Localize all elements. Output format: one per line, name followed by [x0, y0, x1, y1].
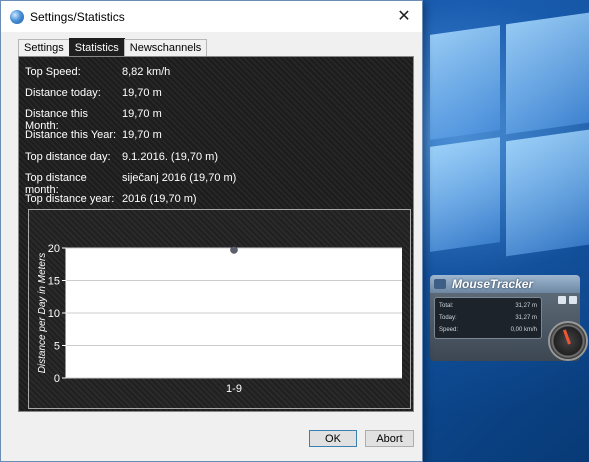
- tab-newschannels[interactable]: Newschannels: [123, 39, 208, 56]
- stat-label: Distance this Month:: [25, 108, 88, 132]
- windows-logo: [430, 10, 589, 270]
- gadget-close-icon[interactable]: [569, 296, 577, 304]
- tab-settings[interactable]: Settings: [18, 39, 70, 56]
- gauge-needle: [562, 329, 571, 345]
- gadget-stats-panel: Total: 31,27 m Today: 31,27 m Speed: 0,0…: [434, 297, 542, 339]
- gadget-row-label: Total:: [439, 303, 454, 309]
- titlebar[interactable]: Settings/Statistics ✕: [1, 1, 422, 32]
- stat-value: 2016 (19,70 m): [122, 193, 197, 205]
- chart-svg: 0 5 10 15 20Distance per Day in Meters 1-9: [37, 243, 402, 395]
- y-tick-label: 10: [48, 308, 60, 320]
- stat-top-distance-year: Top distance year: 2016 (19,70 m): [25, 193, 197, 207]
- stat-label: Distance this Year:: [25, 129, 117, 141]
- stat-value: siječanj 2016 (19,70 m): [122, 172, 237, 184]
- gadget-row-value: 31,27 m: [515, 315, 537, 321]
- gadget-row-value: 0,00 km/h: [510, 327, 537, 333]
- stat-top-distance-month: Top distance month: siječanj 2016 (19,70…: [25, 172, 237, 196]
- gadget-title: MouseTracker: [452, 277, 534, 291]
- close-icon: ✕: [397, 8, 411, 25]
- distance-chart: 0 5 10 15 20 Distance per Day in Meters 1-9: [28, 209, 411, 409]
- stat-label: Top distance year:: [25, 193, 115, 205]
- stat-distance-month: Distance this Month: 19,70 m: [25, 108, 162, 132]
- gadget-settings-icon[interactable]: [558, 296, 566, 304]
- y-tick-label: 15: [48, 276, 60, 288]
- gadget-body: Total: 31,27 m Today: 31,27 m Speed: 0,0…: [430, 293, 588, 361]
- abort-button[interactable]: Abort: [365, 430, 414, 447]
- x-tick-label: 1-9: [226, 383, 242, 395]
- mousetracker-gadget[interactable]: MouseTracker Total: 31,27 m Today: 31,27…: [430, 275, 588, 370]
- gadget-row-label: Today:: [439, 315, 457, 321]
- y-tick-label: 5: [54, 341, 60, 353]
- tab-strip: Settings Statistics Newschannels: [18, 38, 208, 56]
- close-button[interactable]: ✕: [392, 5, 416, 27]
- y-tick-label: 20: [48, 243, 60, 255]
- data-point: [230, 246, 238, 254]
- stat-label: Top distance month:: [25, 172, 87, 196]
- stat-top-speed: Top Speed: 8,82 km/h: [25, 66, 170, 80]
- ok-button[interactable]: OK: [309, 430, 357, 447]
- app-globe-icon: [10, 9, 24, 24]
- y-axis-title: Distance per Day in Meters: [37, 253, 48, 374]
- gadget-logo-icon: [434, 279, 446, 289]
- gadget-row-label: Speed:: [439, 327, 459, 333]
- stat-distance-year: Distance this Year: 19,70 m: [25, 129, 162, 143]
- stat-label: Top Speed:: [25, 66, 81, 78]
- stat-value: 19,70 m: [122, 87, 162, 99]
- y-tick-label: 0: [54, 373, 60, 385]
- gadget-row: Speed: 0,00 km/h: [439, 324, 537, 336]
- stat-distance-today: Distance today: 19,70 m: [25, 87, 162, 101]
- button-bar: OK Abort: [1, 420, 422, 461]
- gadget-row: Today: 31,27 m: [439, 312, 537, 324]
- stat-top-distance-day: Top distance day: 9.1.2016. (19,70 m): [25, 151, 218, 165]
- gadget-row-value: 31,27 m: [515, 303, 537, 309]
- stat-value: 9.1.2016. (19,70 m): [122, 151, 219, 163]
- stat-value: 19,70 m: [122, 129, 162, 141]
- tab-statistics[interactable]: Statistics: [68, 38, 125, 56]
- stat-value: 8,82 km/h: [122, 66, 171, 78]
- settings-statistics-dialog: Settings/Statistics ✕ Settings Statistic…: [0, 0, 423, 462]
- stat-value: 19,70 m: [122, 108, 162, 120]
- window-title: Settings/Statistics: [30, 9, 125, 24]
- stat-label: Top distance day:: [25, 151, 111, 163]
- gadget-header: MouseTracker: [430, 275, 580, 293]
- stat-label: Distance today:: [25, 87, 101, 99]
- statistics-panel: Top Speed: 8,82 km/h Distance today: 19,…: [18, 56, 414, 412]
- speed-gauge-icon: [548, 321, 588, 361]
- gadget-row: Total: 31,27 m: [439, 300, 537, 312]
